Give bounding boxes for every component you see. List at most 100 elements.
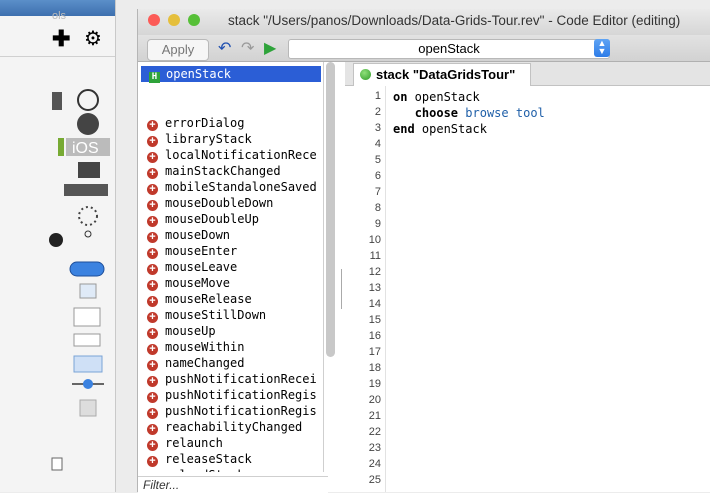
list-item[interactable]: + mouseRelease (147, 291, 252, 307)
list-item[interactable]: + nameChanged (147, 355, 244, 371)
add-handler-icon: + (147, 200, 158, 211)
apply-button[interactable]: Apply (147, 39, 209, 61)
list-item[interactable]: + releaseStack (147, 451, 252, 467)
code-token: browse (465, 106, 509, 120)
list-item[interactable]: +reloadStack (147, 467, 244, 472)
add-handler-icon: + (147, 360, 158, 371)
code-keyword: choose (414, 106, 459, 120)
line-number: 22 (368, 426, 381, 438)
list-item-label: mouseUp (165, 324, 216, 338)
checkbox-icon (51, 457, 63, 471)
list-item-label: mainStackChanged (165, 164, 281, 178)
list-item[interactable]: + mouseDoubleDown (147, 195, 273, 211)
list-item[interactable]: + reachabilityChanged (147, 419, 302, 435)
line-number: 10 (368, 234, 381, 246)
list-item[interactable]: + mainStackChanged (147, 163, 281, 179)
line-number: 20 (368, 394, 381, 406)
list-item[interactable]: + mouseEnter (147, 243, 237, 259)
line-number: 25 (368, 474, 381, 486)
handler-select[interactable]: openStack ▲ ▼ (288, 39, 610, 59)
tab-label: stack "DataGridsTour" (376, 67, 516, 82)
add-handler-icon: + (147, 440, 158, 451)
zoom-button[interactable] (188, 14, 200, 26)
list-item[interactable]: + mouseLeave (147, 259, 237, 275)
list-item-label: localNotificationRece (165, 148, 317, 162)
add-handler-icon: + (147, 280, 158, 291)
line-number: 15 (368, 314, 381, 326)
close-button[interactable] (148, 14, 160, 26)
code-line-3[interactable]: end openStack (393, 122, 487, 136)
list-item-label: mouseDown (165, 228, 231, 242)
line-number: 21 (368, 410, 381, 422)
line-number: 6 (374, 170, 381, 182)
list-item[interactable]: + mouseStillDown (147, 307, 266, 323)
list-item[interactable]: + mouseDoubleUp (147, 211, 259, 227)
line-number: 2 (374, 106, 381, 118)
text-field-icon (73, 307, 101, 327)
list-item[interactable]: + libraryStack (147, 131, 252, 147)
line-number: 7 (374, 186, 381, 198)
handler-list-scrollbar[interactable] (326, 62, 335, 357)
list-item[interactable]: + mouseDown (147, 227, 230, 243)
code-line-2[interactable]: choose browse tool (393, 106, 545, 120)
line-number: 23 (368, 442, 381, 454)
add-handler-icon: + (147, 232, 158, 243)
code-keyword: on (393, 90, 408, 104)
redo-icon[interactable]: ↷ (241, 38, 254, 58)
undo-icon[interactable]: ↶ (218, 38, 231, 58)
run-icon[interactable]: ▶ (264, 38, 276, 58)
list-item[interactable]: + mouseMove (147, 275, 230, 291)
list-item[interactable]: + pushNotificationRegis (147, 403, 317, 419)
code-line-1[interactable]: on openStack (393, 90, 480, 104)
minimize-button[interactable] (168, 14, 180, 26)
add-handler-icon: + (147, 136, 158, 147)
list-item[interactable]: + pushNotificationRegis (147, 387, 317, 403)
line-number: 18 (368, 362, 381, 374)
tab-stack-script[interactable]: stack "DataGridsTour" (353, 63, 531, 86)
pointer-icon (52, 92, 62, 110)
stack-status-icon (360, 69, 371, 80)
add-handler-icon: + (147, 248, 158, 259)
stars-icon (64, 184, 108, 196)
handler-select-value: openStack (418, 41, 480, 56)
line-number: 13 (368, 282, 381, 294)
line-number: 1 (374, 90, 381, 102)
list-item[interactable]: + mobileStandaloneSaved (147, 179, 317, 195)
handler-list-selected[interactable]: HopenStack (141, 66, 321, 83)
add-handler-icon: + (147, 168, 158, 179)
list-item[interactable]: + relaunch (147, 435, 223, 451)
tools-palette: ols ✚ ⚙ iOS (0, 0, 116, 492)
list-item[interactable]: + mouseWithin (147, 339, 244, 355)
line-number: 4 (374, 138, 381, 150)
code-editor-window: stack "/Users/panos/Downloads/Data-Grids… (137, 9, 710, 493)
add-handler-icon: + (147, 424, 158, 435)
handler-list: HopenStack + errorDialog + libraryStack + loc… (138, 62, 324, 472)
code-text: openStack (414, 122, 487, 136)
add-handler-icon: + (147, 120, 158, 131)
list-item-label: pushNotificationRegis (165, 388, 317, 402)
list-item-label: nameChanged (165, 356, 245, 370)
add-handler-icon: + (147, 296, 158, 307)
filter-input[interactable]: Filter... (138, 476, 328, 493)
android-icon (58, 138, 64, 156)
list-item[interactable]: + errorDialog (147, 115, 244, 131)
list-item-label: mouseLeave (165, 260, 238, 274)
list-item[interactable]: + pushNotificationRecei (147, 371, 317, 387)
list-item[interactable]: + localNotificationRece (147, 147, 317, 163)
window-title: stack "/Users/panos/Downloads/Data-Grids… (228, 13, 681, 28)
add-handler-icon: + (147, 344, 158, 355)
line-number: 24 (368, 458, 381, 470)
add-handler-icon: + (147, 376, 158, 387)
list-item-label: mouseStillDown (165, 308, 267, 322)
handler-badge-icon: H (149, 72, 160, 83)
slider-icon (73, 333, 101, 347)
list-item[interactable]: + mouseUp (147, 323, 216, 339)
slider-knob-icon (83, 379, 93, 389)
code-text: tool (508, 106, 545, 120)
add-handler-icon: + (147, 184, 158, 195)
list-item-label: mouseWithin (165, 340, 245, 354)
list-item-label: reloadStack (165, 468, 244, 472)
add-handler-icon: + (147, 152, 158, 163)
line-number: 12 (368, 266, 381, 278)
window-titlebar: stack "/Users/panos/Downloads/Data-Grids… (138, 9, 710, 35)
